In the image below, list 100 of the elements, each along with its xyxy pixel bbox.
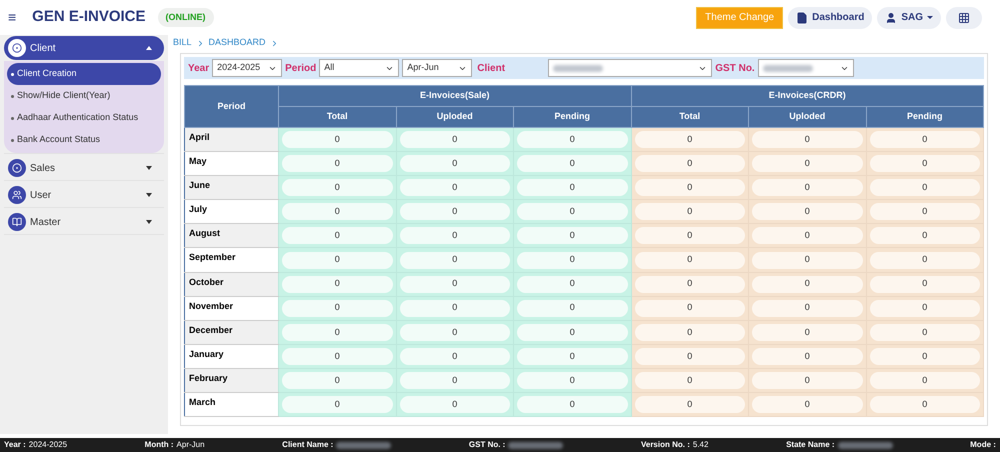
value-field: 0 [752, 131, 862, 148]
value-field: 0 [870, 276, 980, 293]
value-field: 0 [752, 203, 862, 220]
value-field: 0 [870, 300, 980, 317]
sidebar-menu-item[interactable]: User [4, 183, 164, 207]
value-field: 0 [517, 300, 628, 317]
value-field: 0 [634, 324, 745, 341]
value-field: 0 [282, 203, 392, 220]
value-field: 0 [282, 396, 392, 414]
value-field: 0 [400, 203, 510, 220]
value-field: 0 [517, 396, 628, 414]
filter-label: Client [477, 62, 506, 76]
value-field: 0 [400, 155, 510, 172]
status-label: Month : [144, 439, 174, 451]
apps-button[interactable] [946, 6, 982, 28]
breadcrumb-link[interactable]: BILL [173, 36, 192, 50]
caret-icon [146, 220, 152, 224]
value-field: 0 [282, 252, 392, 269]
online-badge: (ONLINE) [158, 8, 214, 28]
value-field: 0 [752, 348, 862, 365]
value-field: 0 [752, 300, 862, 317]
redacted-value [553, 64, 604, 72]
breadcrumb-link[interactable]: DASHBOARD [208, 36, 266, 50]
value-field: 0 [870, 203, 980, 220]
sidebar-menu-item[interactable]: Master [4, 210, 164, 234]
value-field: 0 [282, 179, 392, 196]
redacted-value [762, 64, 813, 72]
value-field: 0 [517, 179, 628, 196]
sidebar-menu-item[interactable]: Sales [4, 156, 164, 180]
status-label: Version No. : [640, 439, 690, 451]
value-field: 0 [870, 252, 980, 269]
value-field: 0 [752, 227, 862, 244]
value-field: 0 [282, 131, 392, 148]
value-field: 0 [517, 227, 628, 244]
value-field: 0 [870, 179, 980, 196]
grid-icon [958, 12, 970, 24]
period-cell: January [184, 344, 278, 368]
value-field: 0 [752, 396, 862, 414]
status-value: 2024-2025 [28, 439, 68, 451]
value-field: 0 [517, 131, 628, 148]
menu-item-icon [8, 213, 26, 231]
caret-icon [146, 46, 152, 50]
bullet-icon [11, 72, 14, 76]
submenu-item[interactable]: Client Creation [7, 63, 161, 85]
value-field: 0 [634, 203, 745, 220]
submenu-item[interactable]: Show/Hide Client(Year) [7, 85, 161, 107]
status-label: State Name : [786, 439, 835, 451]
value-field: 0 [752, 179, 862, 196]
value-field: 0 [400, 396, 510, 414]
sidebar-menu-item[interactable]: Client [4, 36, 164, 60]
period-cell: August [184, 224, 278, 248]
period-cell: July [184, 200, 278, 224]
value-field: 0 [400, 276, 510, 293]
user-menu-button[interactable]: SAG [877, 6, 941, 28]
value-field: 0 [517, 324, 628, 341]
value-field: 0 [282, 348, 392, 365]
filter-label: GST No. [715, 62, 755, 76]
document-icon [796, 12, 808, 24]
status-label: Client Name : [282, 439, 334, 451]
select-field[interactable]: All [319, 59, 400, 77]
caret-icon [146, 166, 152, 170]
value-field: 0 [870, 372, 980, 389]
value-field: 0 [282, 372, 392, 389]
period-cell: June [184, 176, 278, 200]
period-cell: April [184, 128, 278, 152]
value-field: 0 [634, 252, 745, 269]
caret-icon [927, 16, 933, 19]
menu-icon[interactable]: ≡ [8, 7, 16, 28]
value-field: 0 [634, 155, 745, 172]
value-field: 0 [282, 227, 392, 244]
group-header: E-Invoices(CRDR) [631, 86, 984, 106]
redacted-value [336, 442, 392, 448]
select-field[interactable]: 2024-2025 [212, 59, 282, 77]
value-field: 0 [752, 252, 862, 269]
value-field: 0 [634, 348, 745, 365]
menu-item-icon [8, 159, 26, 177]
select-field[interactable] [548, 59, 712, 77]
value-field: 0 [870, 155, 980, 172]
bullet-icon [11, 138, 14, 142]
value-field: 0 [752, 155, 862, 172]
status-value: Apr-Jun [176, 439, 205, 451]
value-field: 0 [634, 372, 745, 389]
value-field: 0 [870, 227, 980, 244]
select-field[interactable]: Apr-Jun [402, 59, 472, 77]
value-field: 0 [870, 324, 980, 341]
value-field: 0 [282, 276, 392, 293]
submenu-item[interactable]: Bank Account Status [7, 129, 161, 151]
group-header: E-Invoices(Sale) [278, 86, 631, 106]
value-field: 0 [752, 324, 862, 341]
select-field[interactable] [758, 59, 854, 77]
value-field: 0 [400, 300, 510, 317]
value-field: 0 [517, 252, 628, 269]
value-field: 0 [634, 396, 745, 414]
status-label: Mode : [970, 439, 996, 451]
period-cell: September [184, 248, 278, 272]
filter-label: Period [285, 62, 316, 76]
value-field: 0 [517, 203, 628, 220]
submenu-item[interactable]: Aadhaar Authentication Status [7, 107, 161, 129]
period-cell: December [184, 320, 278, 344]
dashboard-button[interactable]: Dashboard [788, 6, 872, 28]
